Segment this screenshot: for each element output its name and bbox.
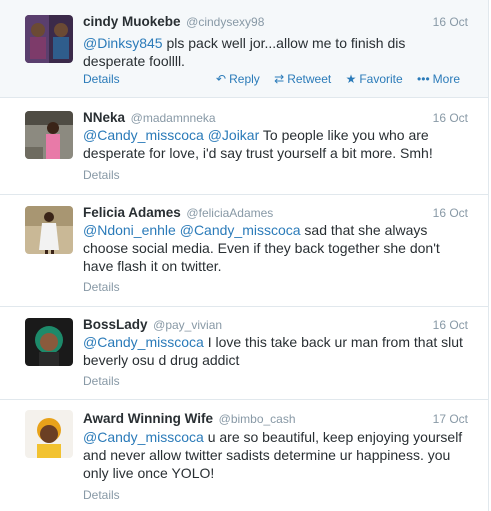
avatar[interactable] bbox=[25, 318, 73, 366]
mention-link[interactable]: @Joikar bbox=[208, 127, 260, 143]
tweet-item[interactable]: BossLady @pay_vivian 16 Oct @Candy_missc… bbox=[0, 307, 489, 400]
tweet-header: Award Winning Wife @bimbo_cash 17 Oct bbox=[83, 411, 468, 427]
details-link[interactable]: Details bbox=[83, 72, 120, 86]
tweet-header: NNeka @madamnneka 16 Oct bbox=[83, 110, 468, 126]
tweet-text: @Dinksy845 pls pack well jor...allow me … bbox=[83, 34, 470, 70]
tweet-timestamp[interactable]: 16 Oct bbox=[433, 14, 468, 30]
tweet-item[interactable]: cindy Muokebe @cindysexy98 16 Oct @Dinks… bbox=[0, 0, 489, 98]
more-button[interactable]: ••• More bbox=[417, 72, 460, 86]
tweet-username[interactable]: @pay_vivian bbox=[153, 318, 222, 332]
star-icon: ★ bbox=[345, 72, 357, 86]
tweet-fullname[interactable]: BossLady bbox=[83, 317, 148, 332]
ellipsis-icon: ••• bbox=[417, 72, 430, 86]
retweet-icon: ⇄ bbox=[274, 72, 285, 86]
tweet-fullname[interactable]: Award Winning Wife bbox=[83, 411, 213, 426]
mention-link[interactable]: @Candy_misscoca bbox=[83, 429, 204, 445]
tweet-fullname[interactable]: Felicia Adames bbox=[83, 205, 181, 220]
tweet-timestamp[interactable]: 16 Oct bbox=[433, 205, 468, 221]
retweet-label: Retweet bbox=[287, 72, 332, 86]
reply-arrow-icon: ↶ bbox=[216, 72, 227, 86]
tweet-text: @Candy_misscoca u are so beautiful, keep… bbox=[83, 428, 470, 482]
tweet-username[interactable]: @bimbo_cash bbox=[219, 412, 296, 426]
avatar[interactable] bbox=[25, 111, 73, 159]
details-link[interactable]: Details bbox=[83, 374, 120, 388]
tweet-username[interactable]: @madamnneka bbox=[131, 111, 216, 125]
tweet-header: BossLady @pay_vivian 16 Oct bbox=[83, 317, 468, 333]
tweet-header: Felicia Adames @feliciaAdames 16 Oct bbox=[83, 205, 468, 221]
tweet-timestamp[interactable]: 17 Oct bbox=[433, 411, 468, 427]
tweet-item[interactable]: NNeka @madamnneka 16 Oct @Candy_misscoca… bbox=[0, 98, 489, 195]
details-link[interactable]: Details bbox=[83, 488, 120, 502]
tweet-text: @Ndoni_enhle @Candy_misscoca sad that sh… bbox=[83, 221, 470, 275]
more-label: More bbox=[432, 72, 460, 86]
tweet-fullname[interactable]: cindy Muokebe bbox=[83, 14, 181, 29]
mention-link[interactable]: @Candy_misscoca bbox=[180, 222, 301, 238]
avatar[interactable] bbox=[25, 206, 73, 254]
tweet-text: @Candy_misscoca @Joikar To people like y… bbox=[83, 126, 470, 162]
mention-link[interactable]: @Dinksy845 bbox=[83, 35, 163, 51]
details-link[interactable]: Details bbox=[83, 280, 120, 294]
tweet-item[interactable]: Felicia Adames @feliciaAdames 16 Oct @Nd… bbox=[0, 195, 489, 307]
mention-link[interactable]: @Candy_misscoca bbox=[83, 127, 204, 143]
favorite-button[interactable]: ★ Favorite bbox=[346, 72, 403, 86]
mention-link[interactable]: @Candy_misscoca bbox=[83, 334, 204, 350]
tweet-actions: ↶ Reply ⇄ Retweet ★ Favorite ••• More bbox=[205, 72, 460, 86]
tweet-timestamp[interactable]: 16 Oct bbox=[433, 110, 468, 126]
tweet-username[interactable]: @feliciaAdames bbox=[186, 206, 273, 220]
tweet-text: @Candy_misscoca I love this take back ur… bbox=[83, 333, 470, 369]
tweet-item[interactable]: Award Winning Wife @bimbo_cash 17 Oct @C… bbox=[0, 400, 489, 511]
details-link[interactable]: Details bbox=[83, 168, 120, 182]
tweet-fullname[interactable]: NNeka bbox=[83, 110, 125, 125]
tweet-timeline: cindy Muokebe @cindysexy98 16 Oct @Dinks… bbox=[0, 0, 491, 511]
favorite-label: Favorite bbox=[359, 72, 403, 86]
reply-label: Reply bbox=[229, 72, 260, 86]
reply-button[interactable]: ↶ Reply bbox=[216, 72, 260, 86]
avatar[interactable] bbox=[25, 410, 73, 458]
tweet-username[interactable]: @cindysexy98 bbox=[186, 15, 264, 29]
tweet-timestamp[interactable]: 16 Oct bbox=[433, 317, 468, 333]
mention-link[interactable]: @Ndoni_enhle bbox=[83, 222, 176, 238]
tweet-header: cindy Muokebe @cindysexy98 16 Oct bbox=[83, 14, 468, 30]
retweet-button[interactable]: ⇄ Retweet bbox=[274, 72, 331, 86]
avatar[interactable] bbox=[25, 15, 73, 63]
